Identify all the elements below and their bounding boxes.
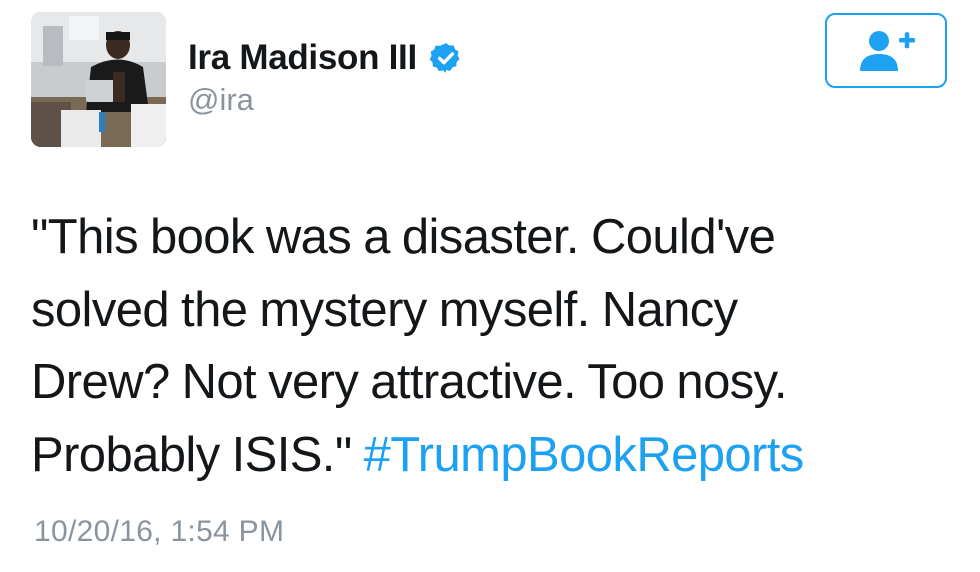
add-user-icon — [860, 30, 915, 71]
timestamp[interactable]: 10/20/16, 1:54 PM — [34, 515, 284, 549]
name-row: Ira Madison III — [188, 36, 463, 80]
avatar[interactable] — [31, 12, 166, 147]
tweet-text: "This book was a disaster. Could've solv… — [31, 201, 961, 491]
hashtag-link[interactable]: #TrumpBookReports — [364, 428, 805, 482]
user-handle[interactable]: @ira — [188, 82, 254, 118]
verified-badge-icon — [429, 41, 463, 75]
tweet-line: "This book was a disaster. Could've — [31, 210, 776, 264]
tweet-line-last: Probably ISIS." #TrumpBookReports — [31, 419, 961, 492]
display-name[interactable]: Ira Madison III — [188, 38, 417, 78]
profile-photo — [31, 12, 166, 147]
tweet-line-text: Probably ISIS." — [31, 427, 364, 482]
tweet-line: solved the mystery myself. Nancy — [31, 282, 738, 337]
tweet-line: Drew? Not very attractive. Too nosy. — [31, 355, 788, 409]
tweet-card: Ira Madison III @ira "This book was a di… — [0, 0, 980, 572]
follow-button[interactable] — [825, 13, 947, 88]
